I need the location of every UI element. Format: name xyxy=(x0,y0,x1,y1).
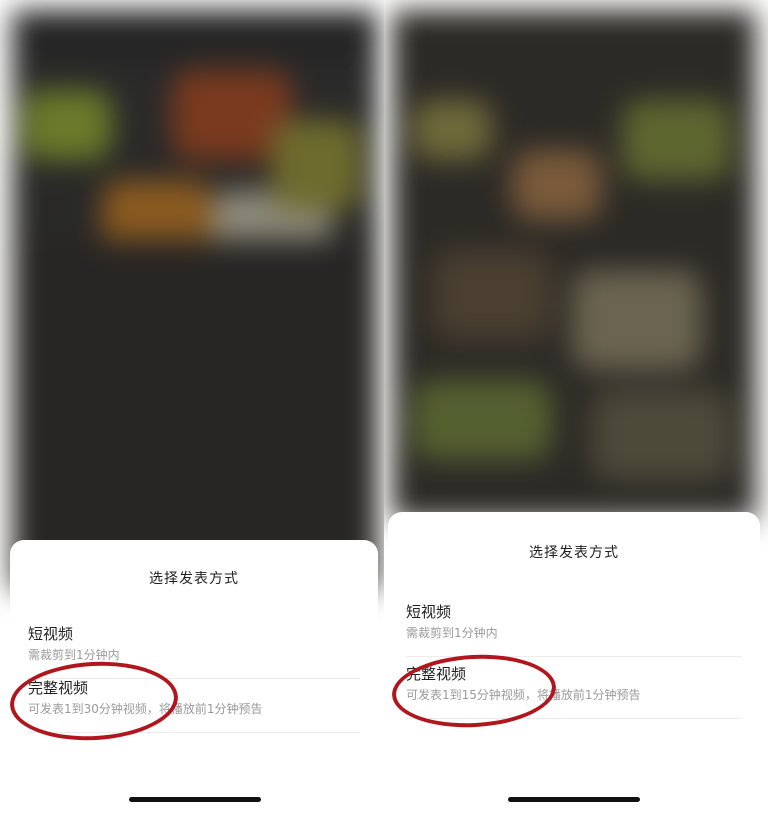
option-short-video[interactable]: 短视频 需裁剪到1分钟内 xyxy=(406,602,742,657)
option-title: 短视频 xyxy=(406,603,452,621)
option-short-video[interactable]: 短视频 需裁剪到1分钟内 xyxy=(28,624,360,679)
home-indicator[interactable] xyxy=(508,797,640,802)
phone-screen-left: 选择发表方式 短视频 需裁剪到1分钟内 完整视频 可发表1到30分钟视频，将播放… xyxy=(0,0,384,820)
sheet-title: 选择发表方式 xyxy=(149,571,239,587)
home-indicator[interactable] xyxy=(129,797,261,802)
option-full-video[interactable]: 完整视频 可发表1到30分钟视频，将播放前1分钟预告 xyxy=(28,678,360,733)
sheet-title: 选择发表方式 xyxy=(529,545,619,561)
phone-screen-right: 选择发表方式 短视频 需裁剪到1分钟内 完整视频 可发表1到15分钟视频，将播放… xyxy=(384,0,768,820)
option-description: 可发表1到30分钟视频，将播放前1分钟预告 xyxy=(28,702,263,716)
publish-method-sheet: 选择发表方式 短视频 需裁剪到1分钟内 完整视频 可发表1到30分钟视频，将播放… xyxy=(10,540,378,820)
blurred-background-content xyxy=(12,10,378,590)
option-description: 需裁剪到1分钟内 xyxy=(406,626,498,640)
publish-method-sheet: 选择发表方式 短视频 需裁剪到1分钟内 完整视频 可发表1到15分钟视频，将播放… xyxy=(388,512,760,820)
option-title: 完整视频 xyxy=(406,665,467,683)
option-title: 短视频 xyxy=(28,625,74,643)
option-description: 可发表1到15分钟视频，将播放前1分钟预告 xyxy=(406,688,641,702)
option-full-video[interactable]: 完整视频 可发表1到15分钟视频，将播放前1分钟预告 xyxy=(406,664,742,719)
blurred-background-content xyxy=(392,10,756,520)
option-description: 需裁剪到1分钟内 xyxy=(28,648,120,662)
option-title: 完整视频 xyxy=(28,679,89,697)
